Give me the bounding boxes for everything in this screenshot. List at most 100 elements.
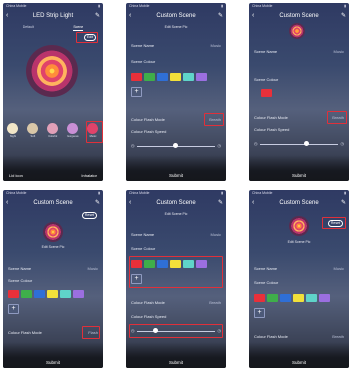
submit-button[interactable]: Submit xyxy=(126,360,226,365)
scene-item-colorful[interactable]: Colorful xyxy=(47,123,59,138)
status-carrier: China Mobile xyxy=(129,4,150,8)
add-colour-button[interactable]: + xyxy=(254,308,265,318)
colour-swatch-purple[interactable] xyxy=(73,290,84,298)
speed-slider[interactable]: ◷ ◷ xyxy=(254,141,344,147)
scene-name-value: Music xyxy=(210,232,221,237)
back-icon[interactable]: ‹ xyxy=(252,12,254,19)
add-colour-button[interactable]: + xyxy=(8,304,19,314)
colour-swatch-yellow[interactable] xyxy=(293,294,304,302)
battery-icon: ▮ xyxy=(98,4,100,8)
flash-mode-label: Colour Flash Mode xyxy=(254,334,288,339)
colour-swatch-blue[interactable] xyxy=(157,73,168,81)
scene-pic[interactable] xyxy=(289,23,305,39)
edit-scene-pic-label[interactable]: Edit Scene Pic xyxy=(126,212,226,216)
scene-name-row[interactable]: Scene Name Music xyxy=(131,232,221,237)
colour-swatch-red[interactable] xyxy=(254,294,265,302)
bottom-left-button[interactable]: Lid icon xyxy=(9,173,23,178)
colour-swatch-purple[interactable] xyxy=(319,294,330,302)
confirm-icon[interactable]: ✎ xyxy=(95,199,100,206)
scene-thumbnail xyxy=(27,123,39,134)
colour-swatch-red[interactable] xyxy=(261,89,272,97)
highlight-box xyxy=(76,32,98,43)
scene-colour-label-row: Scene Colour xyxy=(131,59,221,64)
battery-icon: ▮ xyxy=(221,191,223,195)
colour-swatch-red[interactable] xyxy=(8,290,19,298)
back-icon[interactable]: ‹ xyxy=(6,199,8,206)
back-icon[interactable]: ‹ xyxy=(6,12,8,19)
colour-swatch-green[interactable] xyxy=(21,290,32,298)
colour-swatch-cyan[interactable] xyxy=(183,73,194,81)
scene-name-value: Music xyxy=(333,49,344,54)
edit-scene-pic-label[interactable]: Edit Scene Pic xyxy=(3,245,103,249)
submit-button[interactable]: Submit xyxy=(3,360,103,365)
flash-speed-row: Colour Flash Speed xyxy=(254,127,344,132)
scene-item-night[interactable]: Night xyxy=(7,123,19,138)
back-icon[interactable]: ‹ xyxy=(129,199,131,206)
battery-icon: ▮ xyxy=(98,191,100,195)
back-icon[interactable]: ‹ xyxy=(129,12,131,19)
scene-item-gorgeous[interactable]: Gorgeous xyxy=(67,123,79,138)
confirm-icon[interactable]: ✎ xyxy=(218,199,223,206)
speed-slider[interactable]: ◷ ◷ xyxy=(131,143,221,149)
scene-colour-label: Scene Colour xyxy=(131,59,156,64)
colour-swatch-purple[interactable] xyxy=(196,73,207,81)
submit-button[interactable]: Submit xyxy=(249,173,349,178)
colour-swatch-green[interactable] xyxy=(267,294,278,302)
add-colour-button[interactable]: + xyxy=(131,87,142,97)
colour-swatch-yellow[interactable] xyxy=(170,73,181,81)
page-title: LED Strip Light xyxy=(32,13,74,19)
colour-swatch-cyan[interactable] xyxy=(306,294,317,302)
colour-swatch-blue[interactable] xyxy=(34,290,45,298)
scene-name-row[interactable]: Scene Name Music xyxy=(131,43,221,48)
edit-scene-pic-label[interactable]: Edit Scene Pic xyxy=(126,25,226,29)
scene-item-soft[interactable]: Soft xyxy=(27,123,39,138)
flash-mode-value: Breath xyxy=(332,334,344,339)
scene-name-row[interactable]: Scene Name Music xyxy=(254,266,344,271)
highlight-box xyxy=(322,217,346,229)
colour-swatches xyxy=(131,73,207,81)
scene-name-value: Music xyxy=(210,43,221,48)
page-title: Custom Scene xyxy=(156,200,196,206)
tab-scene[interactable]: Scene xyxy=(73,25,84,31)
edit-icon[interactable]: ✎ xyxy=(95,12,100,19)
fast-icon: ◷ xyxy=(340,141,345,146)
reset-button[interactable]: Reset xyxy=(81,212,97,219)
flash-mode-row[interactable]: Colour Flash Mode Breath xyxy=(131,300,221,305)
scene-name-row[interactable]: Scene Name Music xyxy=(254,49,344,54)
slider-handle[interactable] xyxy=(173,143,178,148)
submit-button[interactable]: Submit xyxy=(249,360,349,365)
scene-pic[interactable] xyxy=(289,216,309,236)
phone-screen-3: China Mobile ▮ ‹ Custom Scene ✎ Scene Nam… xyxy=(249,3,349,181)
phone-screen-5: China Mobile ▮ ‹ Custom Scene ✎ Edit Scen… xyxy=(126,190,226,368)
header: ‹ Custom Scene ✎ xyxy=(249,10,349,22)
status-bar: China Mobile ▮ xyxy=(249,3,349,10)
scene-name-value: Music xyxy=(87,266,98,271)
bottom-right-button[interactable]: Inhalator xyxy=(81,173,97,178)
status-bar: China Mobile ▮ xyxy=(3,190,103,197)
edit-scene-pic-label[interactable]: Edit Scene Pic xyxy=(249,240,349,244)
scene-name-row[interactable]: Scene Name Music xyxy=(8,266,98,271)
page-title: Custom Scene xyxy=(279,13,319,19)
slider-handle[interactable] xyxy=(304,141,309,146)
colour-swatch-cyan[interactable] xyxy=(60,290,71,298)
scene-colour-label-row: Scene Colour xyxy=(131,246,221,251)
scene-label: Colorful xyxy=(48,135,58,138)
highlight-box xyxy=(86,121,103,143)
confirm-icon[interactable]: ✎ xyxy=(341,199,346,206)
scene-pic[interactable] xyxy=(43,222,63,242)
flash-speed-row: Colour Flash Speed xyxy=(131,314,221,319)
tab-default[interactable]: Default xyxy=(23,25,34,31)
colour-swatch-green[interactable] xyxy=(144,73,155,81)
colour-swatch-red[interactable] xyxy=(131,73,142,81)
colour-swatch-yellow[interactable] xyxy=(47,290,58,298)
back-icon[interactable]: ‹ xyxy=(252,199,254,206)
scene-name-label: Scene Name xyxy=(254,266,278,271)
colour-swatch-blue[interactable] xyxy=(280,294,291,302)
confirm-icon[interactable]: ✎ xyxy=(218,12,223,19)
confirm-icon[interactable]: ✎ xyxy=(341,12,346,19)
flash-mode-row[interactable]: Colour Flash Mode Breath xyxy=(254,334,344,339)
status-carrier: China Mobile xyxy=(129,191,150,195)
slow-icon: ◷ xyxy=(254,141,258,146)
scene-thumbnail xyxy=(67,123,79,134)
submit-button[interactable]: Submit xyxy=(126,173,226,178)
